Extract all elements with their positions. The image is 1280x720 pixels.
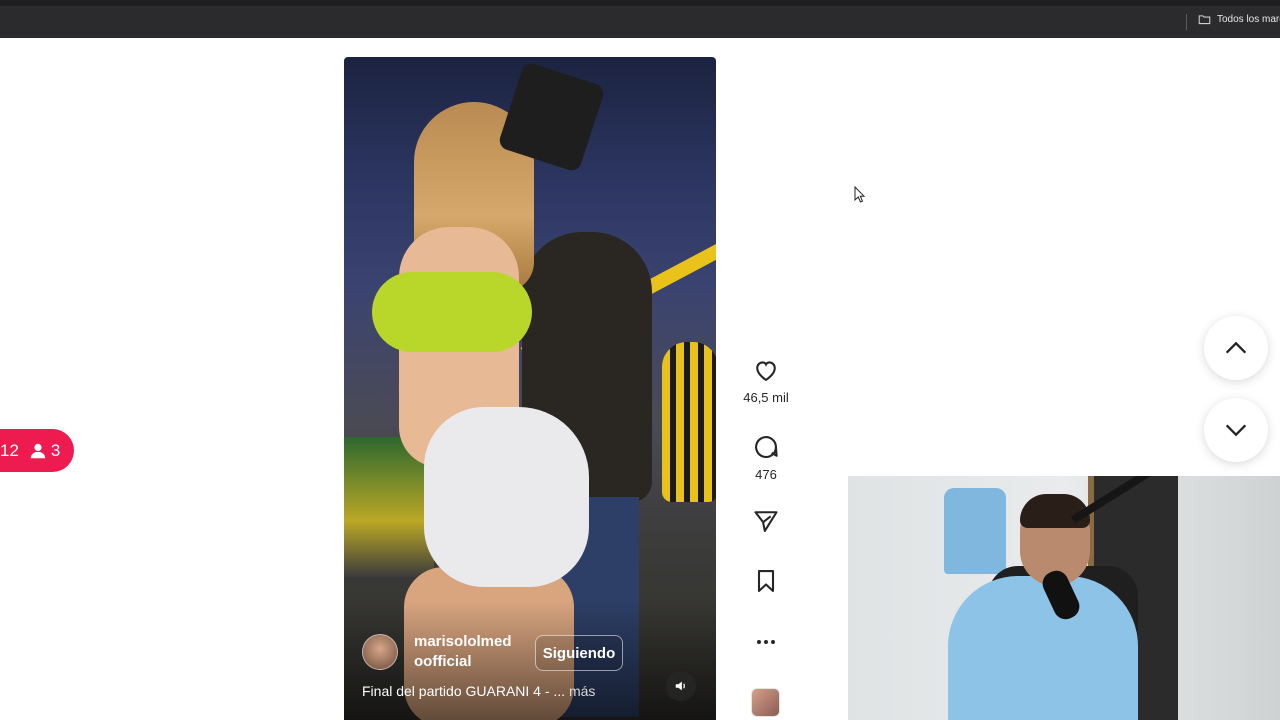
browser-toolbar: Todos los marcadores [0,0,1280,38]
woman-shorts [424,407,589,587]
hanging-jersey [944,488,1006,574]
webcam-overlay [848,476,1280,720]
volume-icon [675,681,685,691]
caption-more-link[interactable]: más [569,683,595,699]
tab-strip [0,0,1280,6]
notif-followers: 3 [29,441,60,461]
reel-video[interactable] [344,57,716,720]
save-action[interactable] [736,567,796,595]
mute-button[interactable] [666,671,696,701]
woman-top [372,272,532,352]
notif-count-b: 3 [50,440,61,460]
next-reel-button[interactable] [1204,398,1268,462]
notification-pill[interactable]: 12 3 [0,429,74,472]
user-icon [30,443,46,458]
comment-icon[interactable] [752,433,780,461]
more-options-action[interactable] [736,628,796,656]
chevron-down-icon [1225,424,1247,437]
chevron-up-icon [1225,341,1247,354]
all-bookmarks-label: Todos los marcadores [1217,14,1280,25]
audio-thumbnail[interactable] [751,688,780,717]
comment-count: 476 [755,467,777,482]
folder-icon [1198,15,1211,25]
comment-action[interactable]: 476 [736,433,796,482]
author-name[interactable]: marisololmed oofficial [414,632,534,672]
bookmark-icon[interactable] [752,567,780,595]
share-action[interactable] [736,507,796,535]
all-bookmarks-button[interactable]: Todos los marcadores [1198,13,1280,26]
like-action[interactable]: 46,5 mil [736,356,796,405]
mouse-cursor-icon [854,186,866,203]
author-avatar[interactable] [362,634,398,670]
previous-reel-button[interactable] [1204,316,1268,380]
notif-count-a: 12 [0,440,19,460]
send-icon[interactable] [752,507,780,535]
streamer-jersey [948,576,1138,720]
like-count: 46,5 mil [743,390,789,405]
following-button[interactable]: Siguiendo [535,635,623,671]
post-caption[interactable]: Final del partido GUARANI 4 - ... más [362,683,595,699]
more-options-icon[interactable] [752,628,780,656]
heart-icon[interactable] [752,356,780,384]
player-figure [662,342,716,502]
bookmark-separator [1186,14,1187,30]
caption-text: Final del partido GUARANI 4 - ... [362,683,566,699]
